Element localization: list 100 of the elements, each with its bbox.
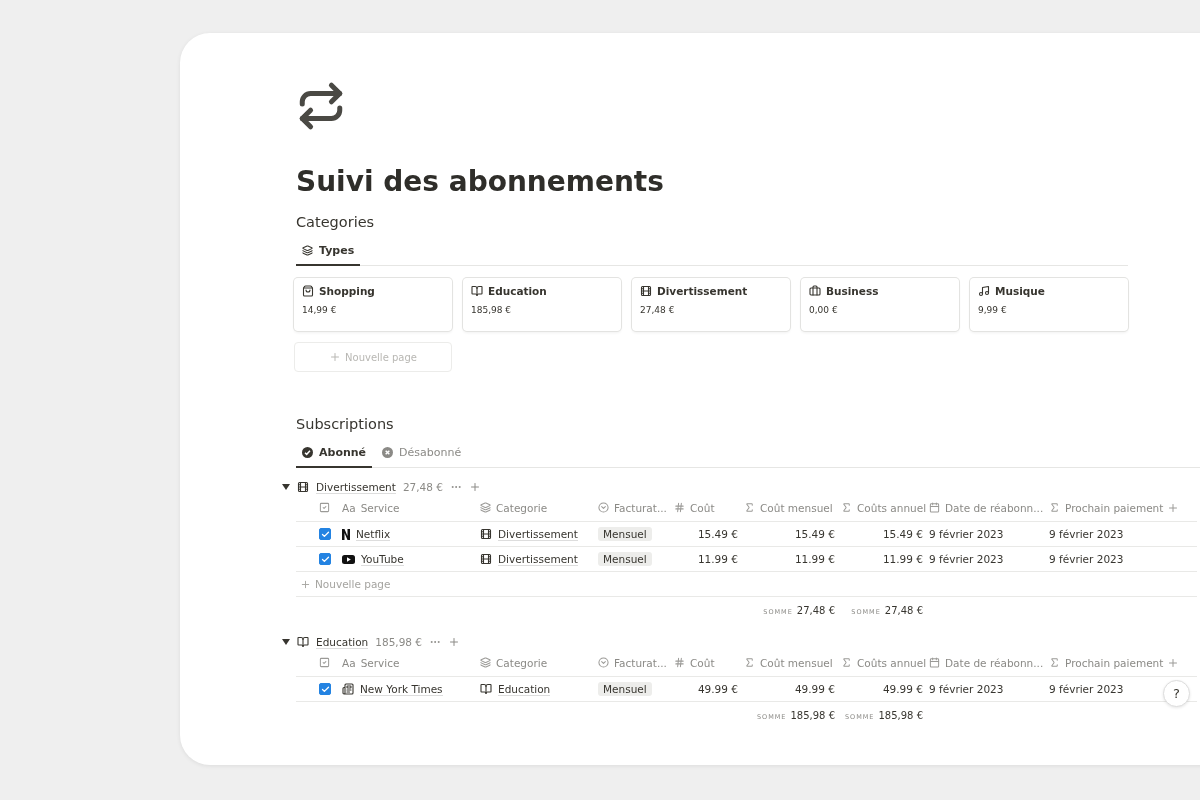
briefcase-icon [809,285,821,297]
category-name: Divertissement [657,285,748,297]
category-amount: 9,99 € [978,305,1008,315]
section-heading: Subscriptions [296,416,395,432]
category-name: Education [488,285,547,297]
cost-value: 15.49 € [882,528,923,540]
date-value: 9 février 2023 [929,683,1004,695]
checkbox-icon [319,502,330,513]
plus-icon [329,351,342,363]
service-name[interactable]: YouTube [361,552,404,566]
layers-icon [480,502,491,513]
plus-icon [300,578,311,590]
x-circle-icon [382,447,394,458]
column-header[interactable]: Facturat... [614,656,667,669]
new-page-button[interactable]: Nouvelle page [294,342,452,372]
calendar-icon [929,502,940,513]
column-header[interactable]: Prochain paiement [1065,656,1164,669]
newspaper-icon [342,683,354,695]
date-value: 9 février 2023 [929,528,1004,540]
music-note-icon [978,285,990,297]
text-type-icon: Aa [342,501,356,514]
add-column-icon[interactable] [1167,501,1179,514]
column-header[interactable]: Coûts annuel [857,656,927,669]
view-tab[interactable]: Types [296,240,361,266]
n-logo-icon [342,528,350,540]
service-name[interactable]: New York Times [360,682,443,696]
category-card[interactable]: Shopping 14,99 € [294,278,452,331]
category-link[interactable]: Education [498,682,551,696]
checkbox[interactable] [319,553,331,565]
date-value: 9 février 2023 [1049,528,1124,540]
service-name[interactable]: Netflix [356,527,391,541]
category-link[interactable]: Divertissement [498,527,578,541]
checkbox[interactable] [319,528,331,540]
column-header[interactable]: Categorie [496,656,548,669]
billing-tag: Mensuel [598,552,652,566]
billing-tag: Mensuel [598,527,652,541]
caret-down-icon[interactable] [282,483,290,491]
column-header[interactable]: Prochain paiement [1065,501,1164,514]
calendar-icon [929,657,940,668]
checkbox[interactable] [319,683,331,695]
cost-value: 49.99 € [882,683,923,695]
column-header[interactable]: Coûts annuel [857,501,927,514]
view-tab[interactable]: Abonné [296,442,373,468]
page-title: Suivi des abonnements [296,165,665,198]
cost-value: 15.49 € [697,528,738,540]
category-name: Shopping [319,285,375,297]
plus-icon[interactable] [468,481,481,493]
column-header[interactable]: Coût mensuel [760,501,833,514]
play-logo-icon [342,554,355,564]
hash-icon [674,502,685,513]
category-card[interactable]: Musique 9,99 € [970,278,1128,331]
sigma-icon [744,502,755,513]
date-value: 9 février 2023 [1049,683,1124,695]
text-type-icon: Aa [342,656,356,669]
category-amount: 0,00 € [809,305,839,315]
film-icon [480,553,492,565]
column-header[interactable]: Date de réabonn... [945,501,1044,514]
sigma-icon [841,502,852,513]
column-header[interactable]: Coût [690,501,715,514]
section-heading: Categories [296,214,376,230]
column-header[interactable]: Coût [690,656,715,669]
group-name: Divertissement [316,480,396,494]
shopping-bag-icon [302,285,314,297]
layers-icon [302,245,313,256]
sigma-icon [1049,502,1060,513]
column-header[interactable]: Date de réabonn... [945,656,1044,669]
column-header[interactable]: Categorie [496,501,548,514]
group-total: 27,48 € [402,481,443,493]
cost-value: 11.99 € [882,553,923,565]
cost-value: 15.49 € [794,528,835,540]
group-total: 185,98 € [375,636,423,648]
column-header[interactable]: Coût mensuel [760,656,833,669]
hash-icon [674,657,685,668]
category-name: Business [826,285,879,297]
book-icon [480,683,492,695]
category-name: Musique [995,285,1045,297]
sigma-icon [1049,657,1060,668]
category-amount: 185,98 € [471,305,513,315]
view-tab[interactable]: Désabonné [376,442,468,468]
cost-value: 11.99 € [697,553,738,565]
caret-down-icon[interactable] [282,638,290,646]
category-amount: 27,48 € [640,305,676,315]
cost-value: 49.99 € [794,683,835,695]
category-card[interactable]: Business 0,00 € [801,278,959,331]
new-page-link[interactable]: Nouvelle page [315,578,391,590]
check-circle-icon [302,447,313,458]
book-icon [471,285,483,297]
help-button[interactable]: ? [1163,680,1190,707]
film-icon [640,285,652,297]
column-header[interactable]: Service [360,656,400,669]
category-card[interactable]: Education 185,98 € [463,278,621,331]
category-card[interactable]: Divertissement 27,48 € [632,278,790,331]
column-header[interactable]: Facturat... [614,501,667,514]
date-value: 9 février 2023 [1049,553,1124,565]
cost-value: 49.99 € [697,683,738,695]
checkbox-icon [319,657,330,668]
column-header[interactable]: Service [360,501,400,514]
plus-icon[interactable] [448,636,461,648]
category-link[interactable]: Divertissement [498,552,578,566]
add-column-icon[interactable] [1167,656,1179,669]
